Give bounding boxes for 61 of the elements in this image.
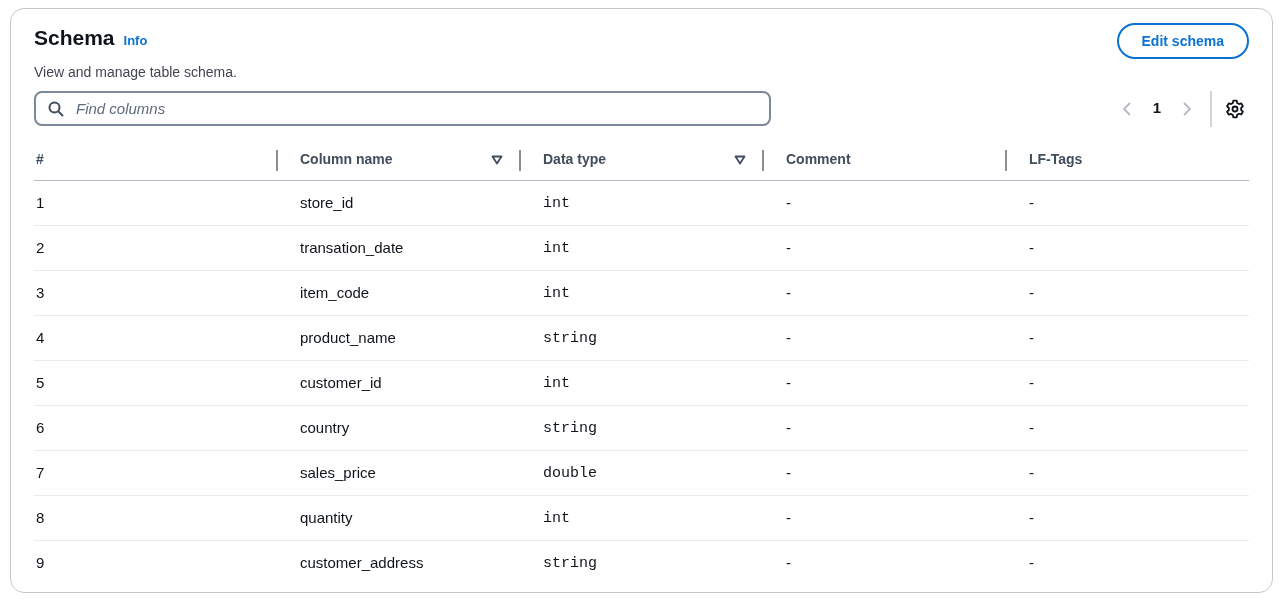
data-type-cell: int (543, 194, 570, 212)
comment-cell: - (786, 418, 791, 436)
row-number-cell: 1 (36, 193, 45, 211)
comment-cell: - (786, 463, 791, 481)
edit-schema-button[interactable]: Edit schema (1116, 23, 1249, 59)
column-name-cell: customer_address (300, 554, 424, 571)
lf-tags-cell: - (1029, 238, 1034, 256)
row-number-cell: 9 (36, 554, 45, 571)
column-header: Comment (786, 150, 851, 169)
row-number-cell: 2 (36, 238, 45, 256)
chevron-left-icon (1121, 100, 1132, 117)
panel-title: Schema (34, 25, 115, 51)
panel-description: View and manage table schema. (34, 62, 237, 82)
row-number-cell: 4 (36, 328, 45, 346)
lf-tags-cell: - (1029, 328, 1034, 346)
comment-cell: - (786, 193, 791, 211)
column-name-cell: sales_price (300, 463, 376, 481)
data-type-cell: int (543, 509, 570, 527)
search-field[interactable]: Find columns (34, 91, 771, 126)
data-type-cell: int (543, 374, 570, 392)
column-header[interactable]: Column name (300, 149, 393, 170)
data-type-cell: int (543, 239, 570, 257)
column-name-cell: country (300, 418, 350, 436)
comment-cell: - (786, 328, 791, 346)
column-name-cell: item_code (300, 283, 370, 301)
row-number-cell: 8 (36, 508, 45, 526)
column-name-cell: store_id (300, 193, 354, 211)
chevron-right-icon (1182, 100, 1192, 117)
data-type-cell: int (543, 284, 570, 302)
lf-tags-cell: - (1029, 463, 1034, 481)
column-header[interactable]: Data type (543, 149, 607, 170)
comment-cell: - (786, 373, 791, 391)
info-link[interactable]: Info (123, 31, 148, 51)
search-icon (48, 101, 64, 117)
lf-tags-cell: - (1029, 554, 1034, 571)
column-header: LF-Tags (1029, 150, 1083, 169)
sort-icon[interactable] (491, 154, 503, 165)
lf-tags-cell: - (1029, 418, 1034, 436)
lf-tags-cell: - (1029, 283, 1034, 301)
data-type-cell: string (543, 329, 597, 347)
data-type-cell: double (543, 464, 597, 482)
lf-tags-cell: - (1029, 193, 1034, 211)
comment-cell: - (786, 508, 791, 526)
row-number-cell: 6 (36, 418, 45, 436)
page-number-button[interactable]: 1 (1146, 97, 1167, 120)
sort-icon[interactable] (734, 154, 746, 165)
row-number-cell: 5 (36, 373, 45, 391)
column-name-cell: quantity (300, 508, 353, 526)
data-type-cell: string (543, 419, 597, 437)
data-type-cell: string (543, 555, 597, 573)
lf-tags-cell: - (1029, 508, 1034, 526)
comment-cell: - (786, 554, 791, 571)
column-name-cell: transation_date (300, 238, 404, 256)
comment-cell: - (786, 238, 791, 256)
row-number-cell: 7 (36, 463, 45, 481)
comment-cell: - (786, 283, 791, 301)
column-name-cell: customer_id (300, 373, 382, 391)
row-number-cell: 3 (36, 283, 45, 301)
column-header: # (36, 150, 44, 169)
column-name-cell: product_name (300, 328, 396, 346)
lf-tags-cell: - (1029, 373, 1034, 391)
